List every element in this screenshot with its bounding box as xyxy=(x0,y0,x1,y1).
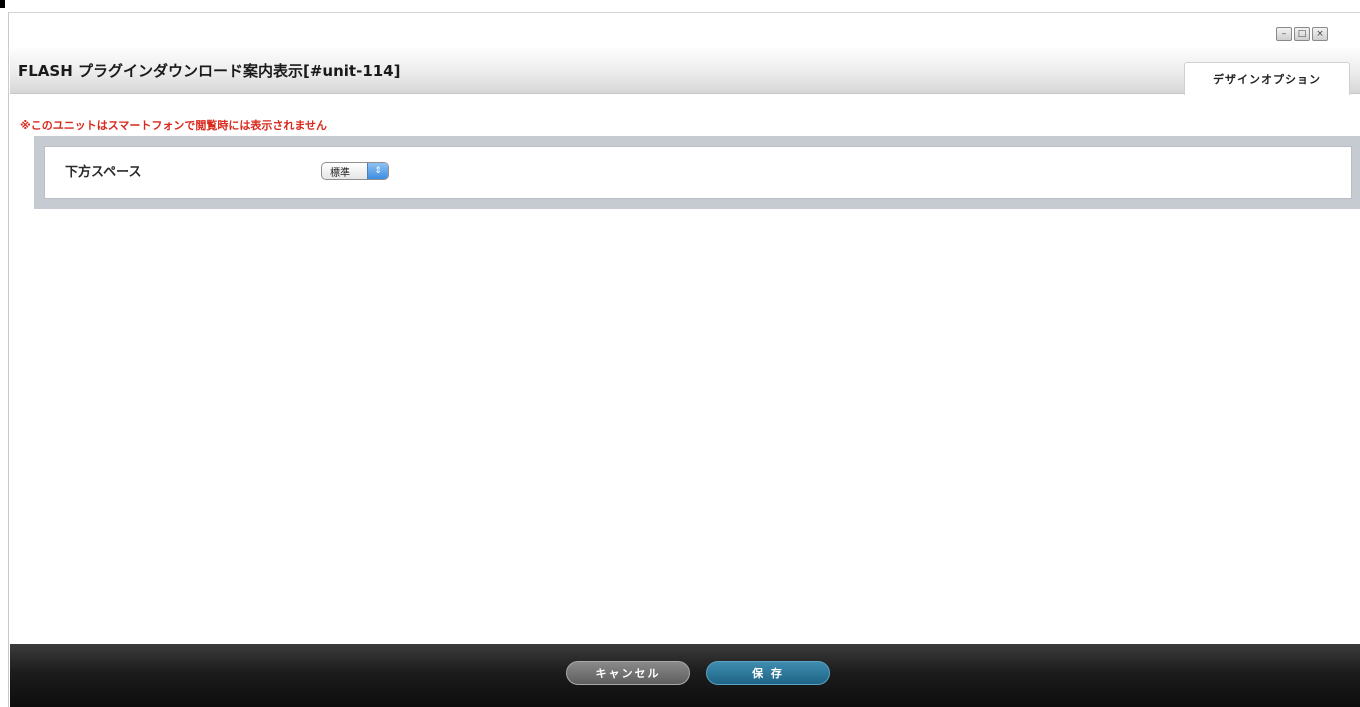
bottom-space-select[interactable]: 標準 ⇕ xyxy=(321,162,389,180)
close-icon[interactable]: × xyxy=(1312,27,1328,41)
window-top-border xyxy=(8,12,1360,13)
smartphone-notice: ※このユニットはスマートフォンで閲覧時には表示されません xyxy=(20,119,328,132)
select-value: 標準 xyxy=(330,167,350,179)
minimize-icon[interactable]: – xyxy=(1276,27,1292,41)
dialog-header: FLASH プラグインダウンロード案内表示[#unit-114] デザインオプシ… xyxy=(10,48,1360,95)
corner-mark xyxy=(0,0,5,8)
select-stepper-icon: ⇕ xyxy=(367,163,388,179)
maximize-icon[interactable]: □ xyxy=(1294,27,1310,41)
window-controls: – □ × xyxy=(1276,27,1360,43)
cancel-button[interactable]: キャンセル xyxy=(566,661,690,685)
dialog-window: – □ × FLASH プラグインダウンロード案内表示[#unit-114] デ… xyxy=(0,0,1360,707)
dialog-footer: キャンセル 保 存 xyxy=(10,644,1360,707)
bottom-space-label: 下方スペース xyxy=(65,165,142,180)
save-button[interactable]: 保 存 xyxy=(706,661,830,685)
page-title: FLASH プラグインダウンロード案内表示[#unit-114] xyxy=(18,62,401,80)
tab-design-options[interactable]: デザインオプション xyxy=(1184,62,1350,95)
settings-panel: 下方スペース 標準 ⇕ xyxy=(34,136,1360,209)
window-left-border xyxy=(8,12,9,707)
settings-row-container: 下方スペース 標準 ⇕ xyxy=(44,146,1352,199)
